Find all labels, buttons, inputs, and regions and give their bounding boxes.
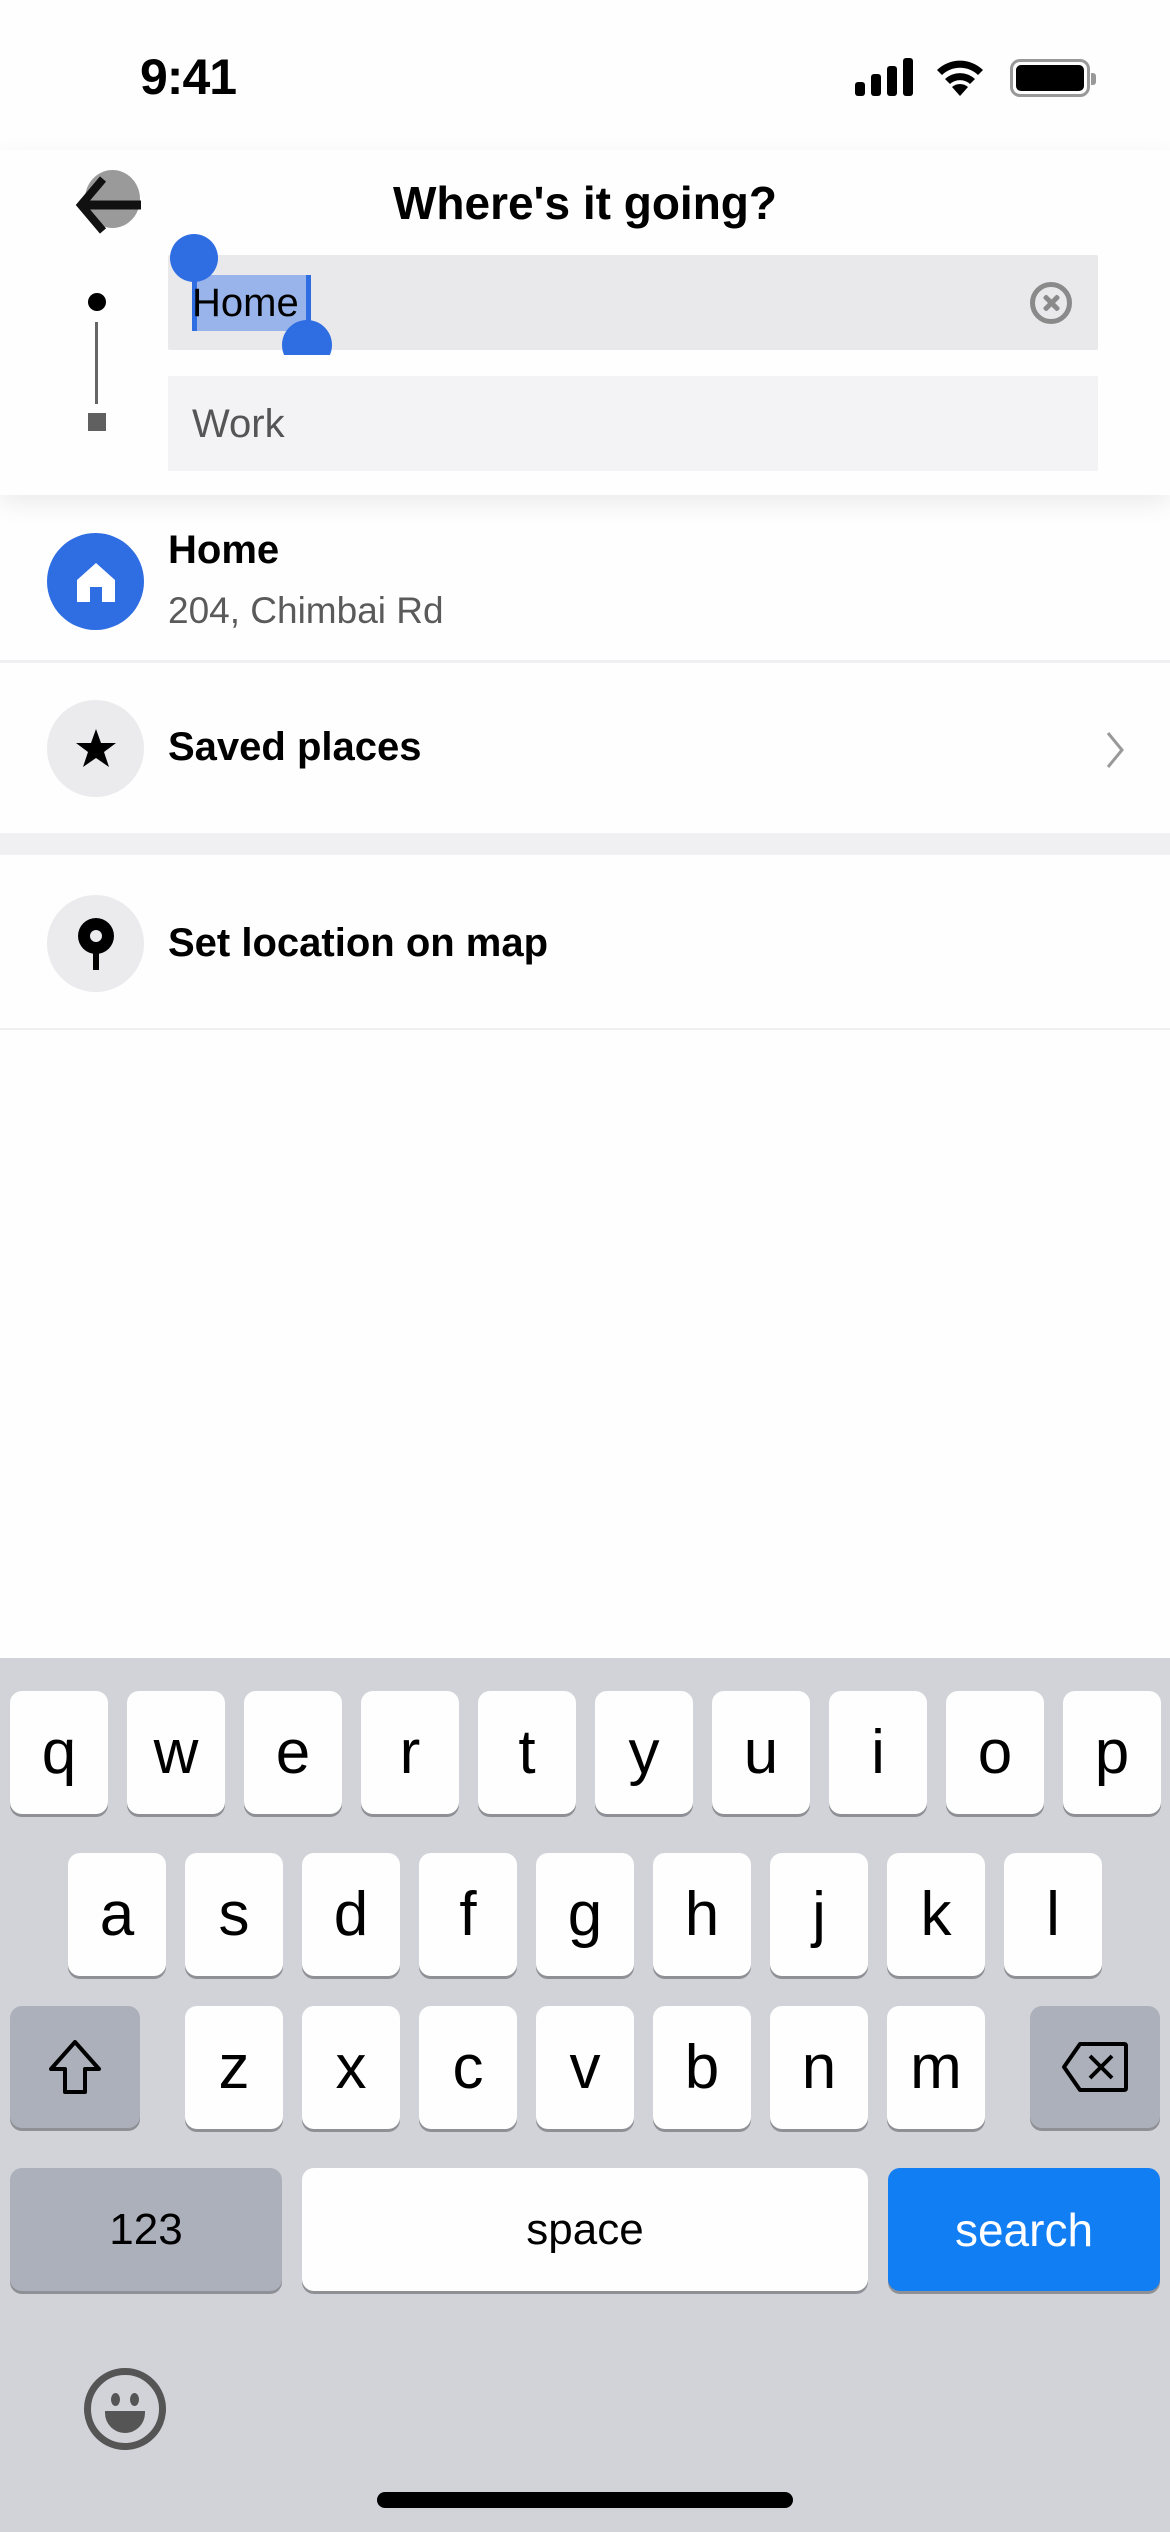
selection-handle-start[interactable]	[170, 234, 218, 282]
map-pin-icon	[47, 895, 144, 992]
emoji-smile-icon[interactable]	[84, 2368, 166, 2450]
selection-handle-end[interactable]	[282, 320, 332, 355]
search-key[interactable]: search	[888, 2168, 1160, 2291]
key-a[interactable]: a	[68, 1853, 166, 1976]
key-v[interactable]: v	[536, 2006, 634, 2129]
route-connector	[95, 322, 98, 404]
key-r[interactable]: r	[361, 1691, 459, 1814]
status-bar: 9:41	[0, 0, 1170, 150]
delete-key[interactable]	[1030, 2006, 1160, 2128]
key-t[interactable]: t	[478, 1691, 576, 1814]
page-title: Where's it going?	[392, 177, 778, 229]
list-item-subtitle: 204, Chimbai Rd	[168, 590, 444, 631]
pickup-input-value: Home	[192, 281, 299, 325]
star-icon	[47, 700, 144, 797]
pickup-dot-icon	[88, 293, 106, 311]
key-g[interactable]: g	[536, 1853, 634, 1976]
clear-circle-x-icon[interactable]	[1030, 282, 1072, 324]
list-item-set-location-on-map[interactable]: Set location on map	[0, 855, 1170, 1030]
key-z[interactable]: z	[185, 2006, 283, 2129]
numbers-key[interactable]: 123	[10, 2168, 282, 2291]
home-indicator[interactable]	[377, 2492, 793, 2508]
key-d[interactable]: d	[302, 1853, 400, 1976]
key-o[interactable]: o	[946, 1691, 1044, 1814]
key-c[interactable]: c	[419, 2006, 517, 2129]
key-b[interactable]: b	[653, 2006, 751, 2129]
backspace-icon	[1062, 2042, 1128, 2092]
onscreen-keyboard: 123 space search qwertyuiop asdfghjkl zxcv…	[0, 1658, 1170, 2532]
chevron-right-icon	[1106, 732, 1124, 768]
key-n[interactable]: n	[770, 2006, 868, 2129]
key-f[interactable]: f	[419, 1853, 517, 1976]
key-u[interactable]: u	[712, 1691, 810, 1814]
status-time: 9:41	[140, 49, 237, 105]
wifi-icon	[937, 60, 983, 96]
key-s[interactable]: s	[185, 1853, 283, 1976]
battery-icon	[1010, 59, 1096, 97]
destination-input[interactable]: Work	[168, 376, 1098, 471]
key-j[interactable]: j	[770, 1853, 868, 1976]
key-x[interactable]: x	[302, 2006, 400, 2129]
shift-key[interactable]	[10, 2006, 140, 2128]
shift-arrow-icon	[49, 2040, 101, 2094]
list-item-saved-places[interactable]: Saved places	[0, 663, 1170, 833]
house-icon	[47, 533, 144, 630]
section-divider	[0, 833, 1170, 855]
key-m[interactable]: m	[887, 2006, 985, 2129]
key-i[interactable]: i	[829, 1691, 927, 1814]
list-item-home[interactable]: Home 204, Chimbai Rd	[0, 495, 1170, 663]
suggestions-list: Home 204, Chimbai Rd Saved places Set lo…	[0, 495, 1170, 1030]
key-w[interactable]: w	[127, 1691, 225, 1814]
key-e[interactable]: e	[244, 1691, 342, 1814]
key-l[interactable]: l	[1004, 1853, 1102, 1976]
space-key[interactable]: space	[302, 2168, 868, 2291]
trip-header: Where's it going? Home Work	[0, 150, 1170, 495]
list-item-title: Home	[168, 528, 280, 572]
key-k[interactable]: k	[887, 1853, 985, 1976]
list-item-title: Saved places	[168, 725, 422, 769]
cellular-signal-icon	[855, 58, 915, 96]
key-q[interactable]: q	[10, 1691, 108, 1814]
key-y[interactable]: y	[595, 1691, 693, 1814]
list-item-title: Set location on map	[168, 921, 549, 965]
destination-square-icon	[88, 413, 106, 431]
key-p[interactable]: p	[1063, 1691, 1161, 1814]
key-h[interactable]: h	[653, 1853, 751, 1976]
destination-input-placeholder: Work	[192, 402, 285, 446]
